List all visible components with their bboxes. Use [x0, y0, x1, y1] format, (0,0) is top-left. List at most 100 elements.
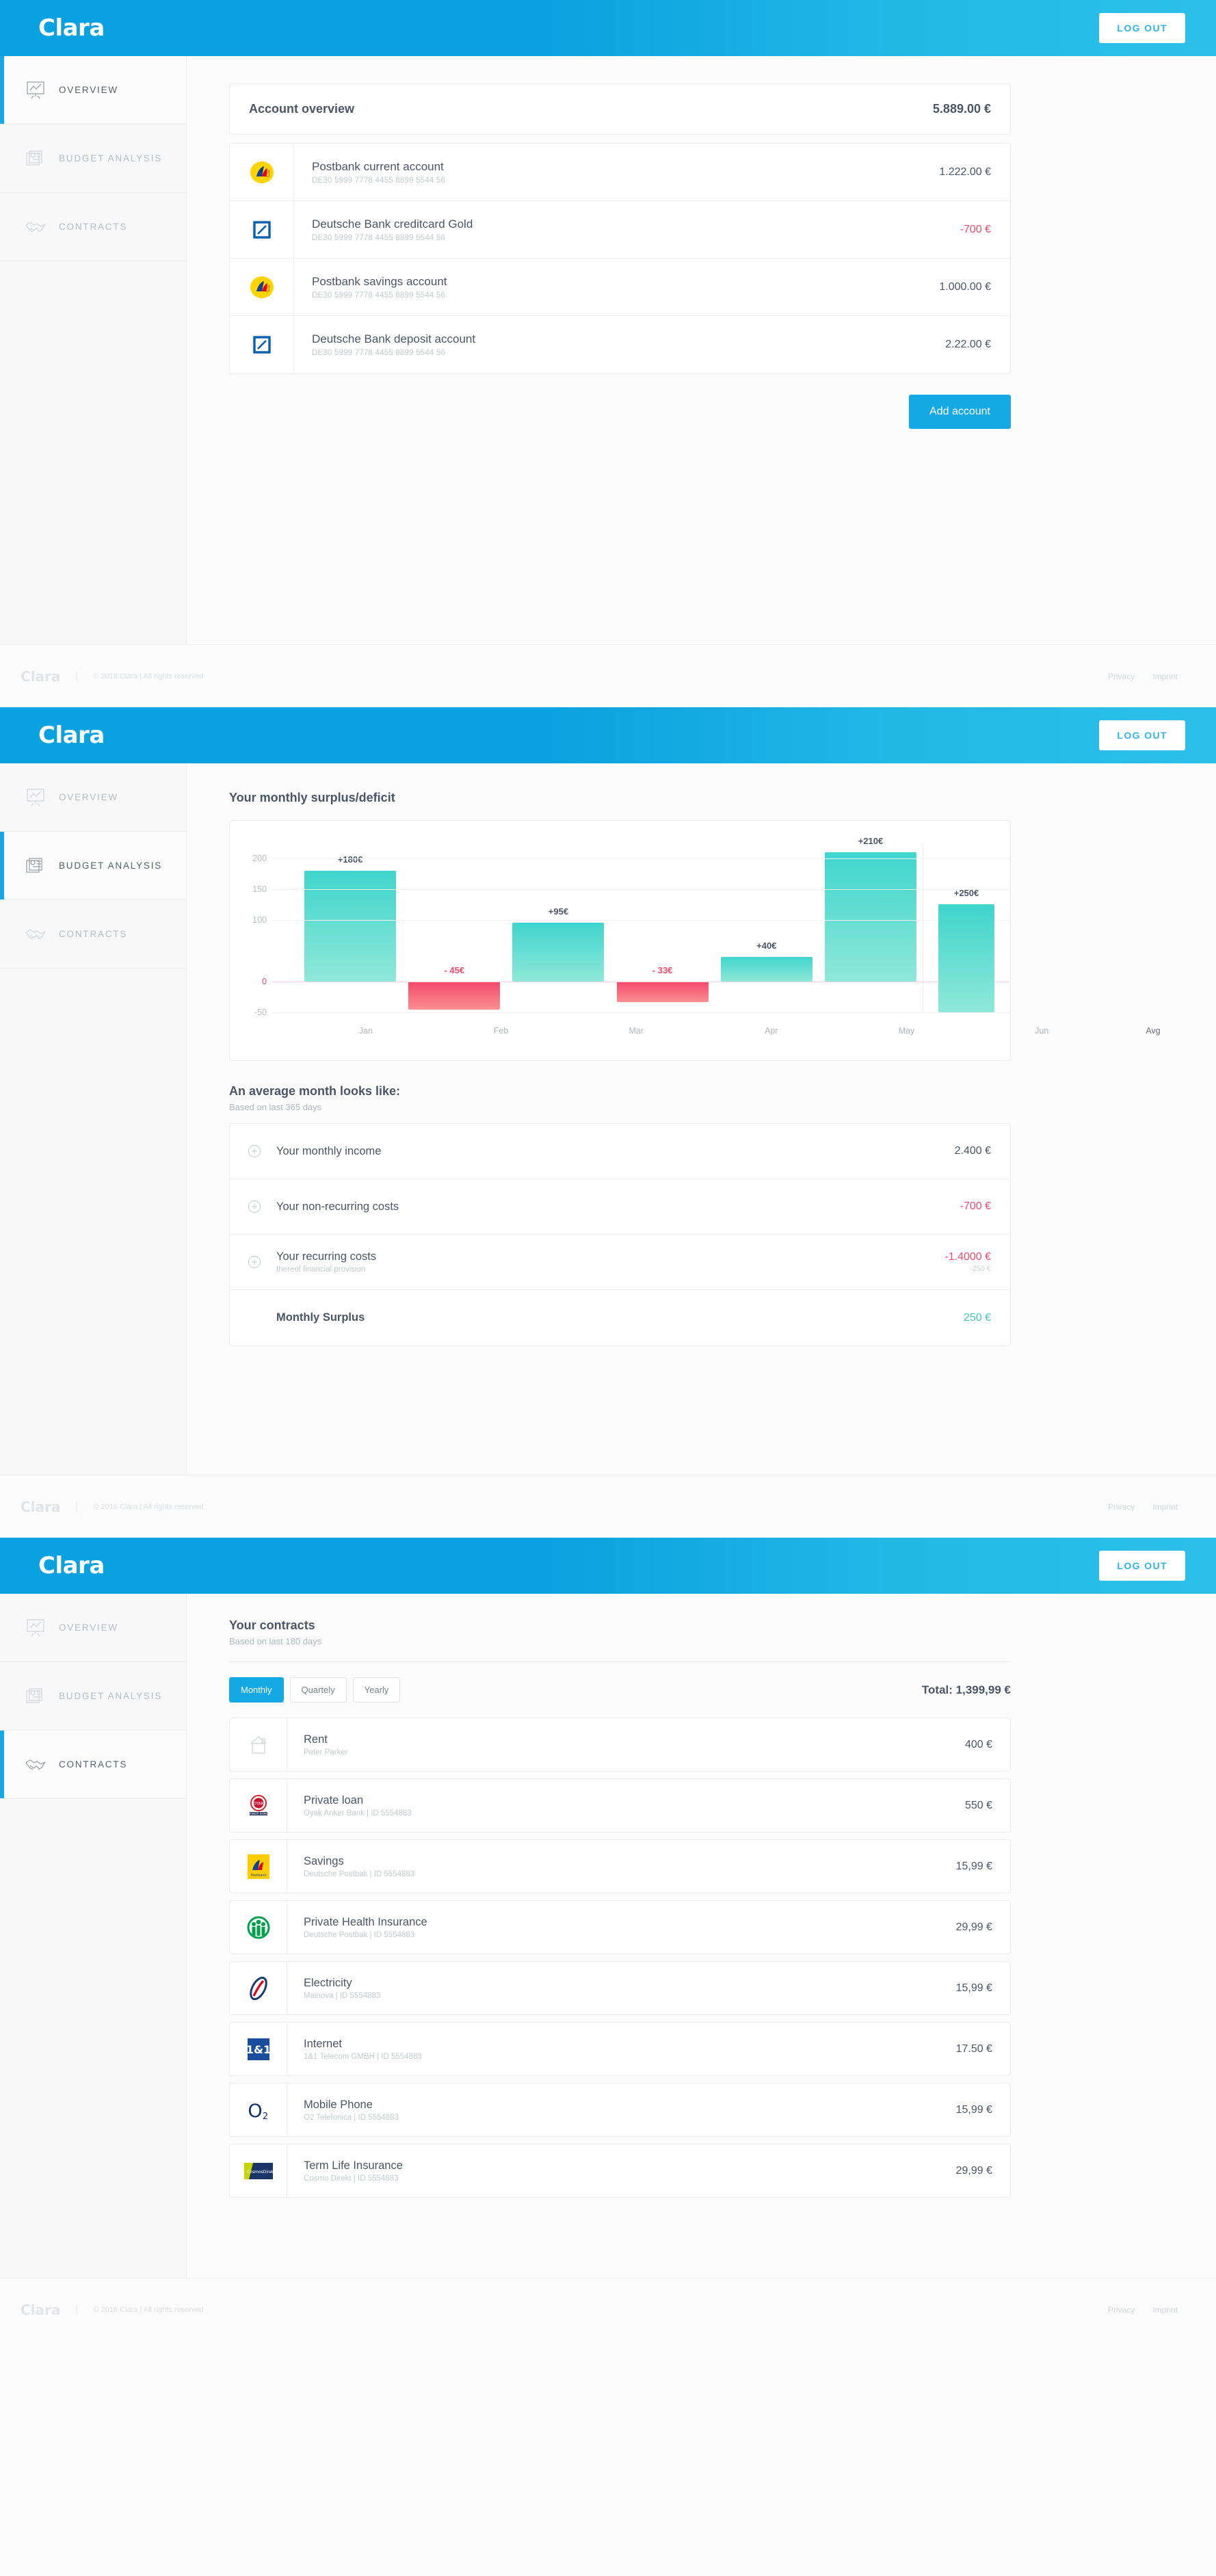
top-header-overview: Clara LOG OUT	[0, 0, 1216, 56]
svg-text:1&1: 1&1	[246, 2043, 270, 2056]
accounts-list: Postbank current account DE30 5999 7778 …	[229, 143, 1011, 374]
average-month-list: Your monthly income 2.400 € Your non-rec…	[229, 1123, 1011, 1346]
chart-bar[interactable]	[720, 956, 812, 982]
sidebar-item-overview[interactable]: OVERVIEW	[0, 1594, 186, 1662]
sidebar-item-contracts[interactable]: CONTRACTS	[0, 900, 186, 969]
plus-circle-icon[interactable]	[248, 1144, 261, 1158]
sidebar-item-contracts[interactable]: CONTRACTS	[0, 1731, 186, 1799]
copyright-text: © 2016 Clara | All rights reserved	[93, 1502, 204, 1511]
sidebar-contracts: OVERVIEW BUDGET ANALYSIS CONTRACTS	[0, 1594, 187, 2278]
chart-bar-slot: +180€	[298, 843, 402, 1012]
monthly-surplus-label: Monthly Surplus	[276, 1311, 365, 1324]
sidebar-item-overview[interactable]: OVERVIEW	[0, 56, 186, 124]
surplus-deficit-chart: +180€ - 45€ +95€ - 33€ +40€ +210€ 200 150 100 0 -…	[229, 820, 1161, 1061]
period-tabs: Monthly Quartely Yearly	[229, 1677, 401, 1703]
sidebar-item-overview[interactable]: OVERVIEW	[0, 763, 186, 832]
account-amount: -700 €	[960, 223, 991, 235]
footer-link-imprint[interactable]: Imprint	[1152, 1502, 1178, 1512]
chart-bar-label: +210€	[858, 835, 884, 846]
sidebar-item-contracts[interactable]: CONTRACTS	[0, 193, 186, 261]
chart-bar-label: +95€	[548, 906, 569, 917]
chart-bar-label: +40€	[756, 940, 777, 951]
logout-button[interactable]: LOG OUT	[1099, 1551, 1185, 1581]
row-value: -1.4000 €	[944, 1251, 991, 1263]
chart-gridline	[272, 858, 1010, 859]
chart-y-tick: -50	[254, 1008, 267, 1017]
contract-amount: 15,99 €	[955, 1982, 992, 1994]
contract-amount: 29,99 €	[955, 1921, 992, 1933]
contract-amount: 15,99 €	[955, 1860, 992, 1872]
add-account-button[interactable]: Add account	[909, 395, 1011, 429]
chart-bar[interactable]	[512, 923, 605, 982]
chart-x-tick: Mar	[629, 1026, 644, 1036]
list-item[interactable]: Your monthly income 2.400 €	[230, 1124, 1010, 1179]
footer-link-privacy[interactable]: Privacy	[1108, 1502, 1135, 1512]
account-iban: DE30 5999 7778 4455 8899 5544 56	[312, 349, 446, 357]
sidebar-item-budget-analysis[interactable]: BUDGET ANALYSIS	[0, 124, 186, 193]
plus-circle-icon[interactable]	[248, 1255, 261, 1269]
postbank-logo	[230, 259, 294, 315]
chart-bar[interactable]	[824, 852, 916, 982]
cosmos-direkt-logo: CosmosDirekt	[230, 2144, 287, 2197]
chart-bar[interactable]	[938, 904, 994, 1012]
list-item[interactable]: Your recurring costs thereof financial p…	[230, 1235, 1010, 1290]
chart-bar[interactable]	[408, 981, 501, 1010]
chart-title: Your monthly surplus/deficit	[229, 791, 395, 804]
chart-x-tick: Jan	[358, 1026, 373, 1036]
chart-x-tick: Jun	[1035, 1026, 1049, 1036]
sidebar-item-budget-analysis[interactable]: BUDGET ANALYSIS	[0, 1662, 186, 1731]
chart-x-tick: May	[898, 1026, 915, 1036]
list-item[interactable]: Private Health Insurance Deutsche Postba…	[229, 1900, 1011, 1954]
list-item[interactable]: O2 Mobile Phone O2 Telefonica | ID 55548…	[229, 2083, 1011, 2137]
contract-name: Mobile Phone	[304, 2098, 373, 2111]
chart-y-tick: 0	[262, 976, 267, 986]
copyright-text: © 2016 Clara | All rights reserved	[93, 2305, 204, 2314]
table-row[interactable]: Postbank savings account DE30 5999 7778 …	[230, 259, 1010, 316]
list-item[interactable]: 1&1 Internet 1&1 Telecom GMBH | ID 55548…	[229, 2022, 1011, 2076]
tab-quartely[interactable]: Quartely	[289, 1677, 347, 1703]
list-item[interactable]: Electricity Mainova | ID 5554883 15,99 €	[229, 1961, 1011, 2015]
list-item[interactable]: OYAK ANKER BANK Private loan Oyak Anker B…	[229, 1778, 1011, 1832]
footer-budget: Clara | © 2016 Clara | All rights reserv…	[0, 1475, 1216, 1538]
footer-link-imprint[interactable]: Imprint	[1152, 672, 1178, 681]
list-item[interactable]: Rent Peter Parker 400 €	[229, 1718, 1011, 1772]
account-name: Deutsche Bank deposit account	[312, 332, 476, 345]
contract-name: Term Life Insurance	[304, 2159, 403, 2172]
logout-button[interactable]: LOG OUT	[1099, 720, 1185, 750]
chart-bar[interactable]	[616, 981, 709, 1002]
tab-yearly[interactable]: Yearly	[352, 1677, 401, 1703]
chart-y-tick: 150	[252, 884, 267, 894]
chart-bar-label: - 45€	[444, 964, 465, 975]
chart-bar-slot: +250€	[923, 843, 1010, 1012]
handshake-icon	[25, 1754, 47, 1775]
contract-amount: 15,99 €	[955, 2103, 992, 2116]
svg-text:CosmosDirekt: CosmosDirekt	[247, 2170, 274, 2174]
table-row[interactable]: Deutsche Bank creditcard Gold DE30 5999 …	[230, 201, 1010, 259]
table-row[interactable]: Deutsche Bank deposit account DE30 5999 …	[230, 316, 1010, 373]
chart-bar[interactable]	[304, 870, 397, 982]
list-item[interactable]: CosmosDirekt Term Life Insurance Cosmo D…	[229, 2144, 1011, 2198]
sidebar-item-label: CONTRACTS	[59, 1759, 128, 1770]
list-item[interactable]: Postbank Savings Deutsche Postbak | ID 5…	[229, 1839, 1011, 1893]
logout-button[interactable]: LOG OUT	[1099, 13, 1185, 43]
contracts-total: Total: 1,399,99 €	[921, 1683, 1011, 1696]
chart-bar-slot: +40€	[715, 843, 819, 1012]
chart-bar-slot: - 33€	[611, 843, 715, 1012]
tab-monthly[interactable]: Monthly	[229, 1677, 284, 1703]
sidebar-item-label: CONTRACTS	[59, 222, 128, 232]
footer-link-privacy[interactable]: Privacy	[1108, 672, 1135, 681]
row-value: 2.400 €	[954, 1145, 991, 1157]
list-item[interactable]: Your non-recurring costs -700 €	[230, 1179, 1010, 1235]
report-document-icon	[25, 1686, 47, 1707]
table-row[interactable]: Postbank current account DE30 5999 7778 …	[230, 144, 1010, 201]
footer-separator: |	[75, 2304, 79, 2315]
plus-circle-icon[interactable]	[248, 1200, 261, 1213]
footer-link-privacy[interactable]: Privacy	[1108, 2305, 1135, 2315]
sidebar-item-label: OVERVIEW	[59, 1622, 118, 1633]
chart-y-tick: 200	[252, 853, 267, 863]
average-month-title: An average month looks like:	[229, 1084, 401, 1098]
sidebar-item-budget-analysis[interactable]: BUDGET ANALYSIS	[0, 832, 186, 900]
footer-link-imprint[interactable]: Imprint	[1152, 2305, 1178, 2315]
contract-meta: Cosmo Direkt | ID 5554883	[304, 2174, 399, 2183]
o2-logo: O2	[230, 2084, 287, 2136]
